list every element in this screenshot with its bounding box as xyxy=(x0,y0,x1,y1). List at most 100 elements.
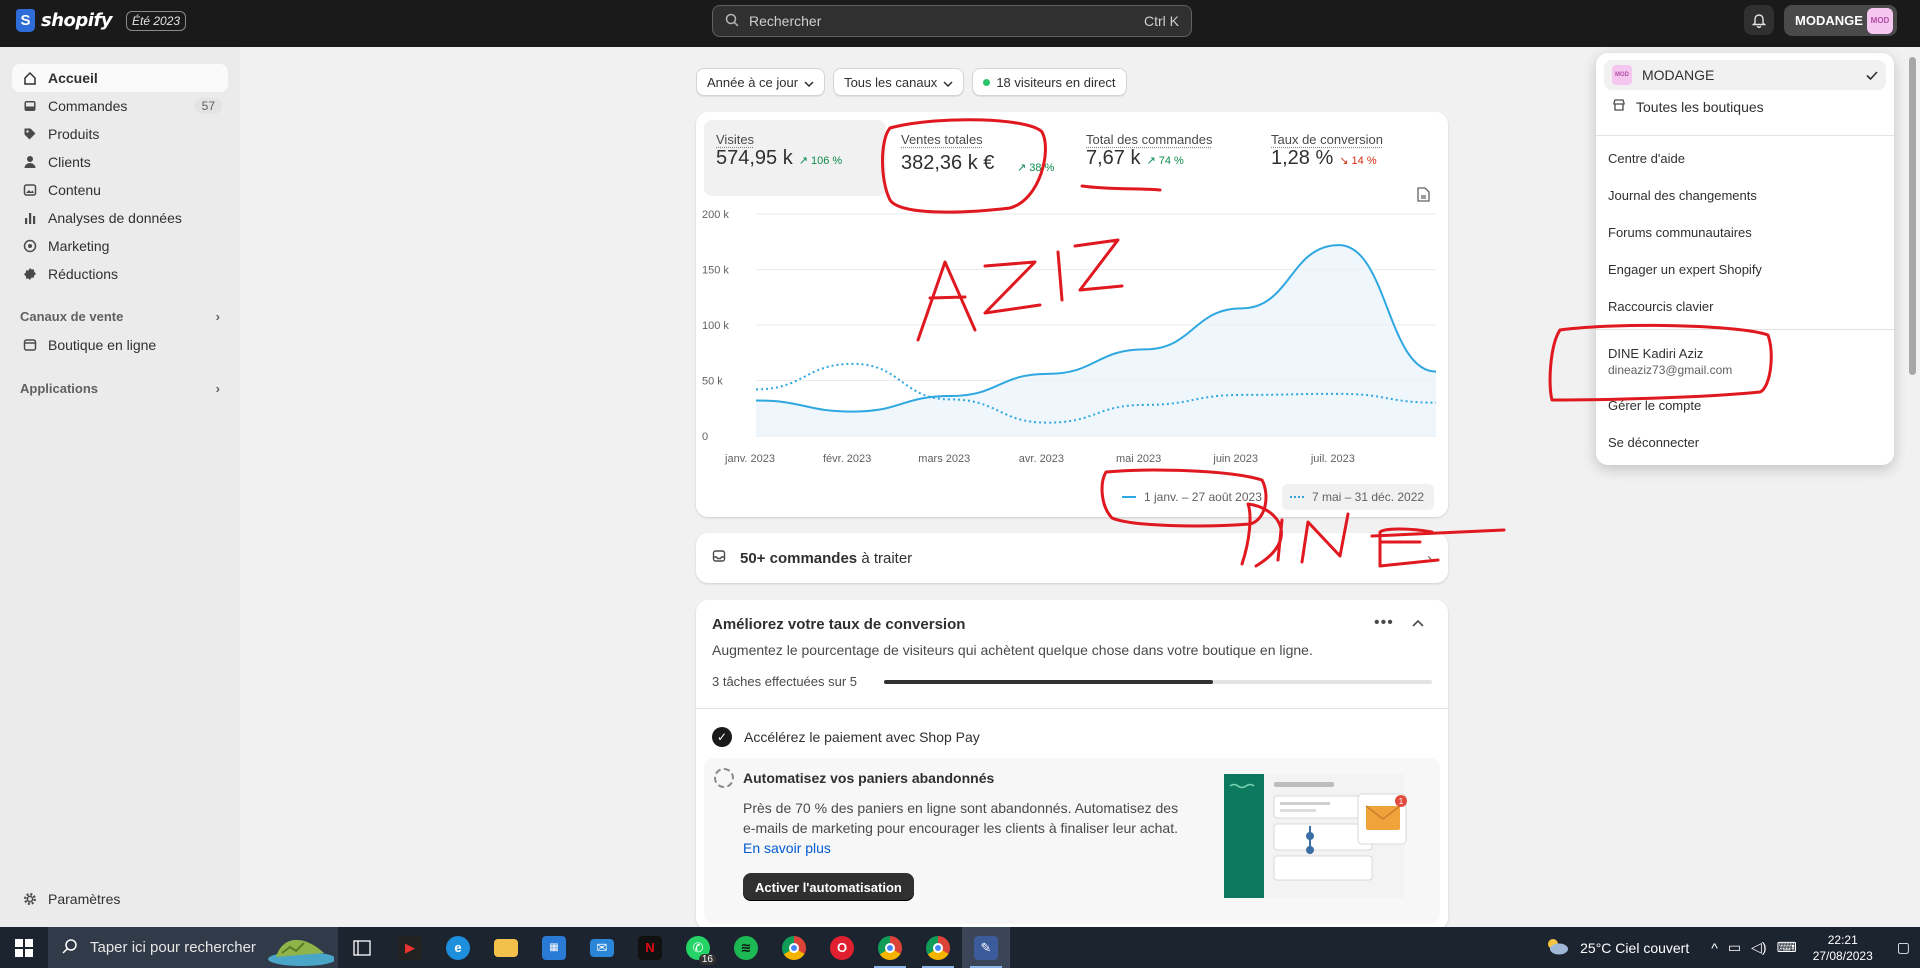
chrome-icon[interactable] xyxy=(770,927,818,968)
windows-start-icon[interactable] xyxy=(0,927,48,968)
keyboard-icon[interactable]: ⌨ xyxy=(1776,939,1796,956)
keyboard-shortcuts-link[interactable]: Raccourcis clavier xyxy=(1608,299,1882,314)
shopify-bag-icon: S xyxy=(16,9,35,32)
edge-browser-icon[interactable]: e xyxy=(434,927,482,968)
sidebar-item-label: Marketing xyxy=(48,238,110,254)
sales-chart: 0 50 k 100 k 150 k 200 k janv. 2023 févr. 2023… xyxy=(702,209,1437,465)
sidebar-item-orders[interactable]: Commandes 57 xyxy=(12,92,228,120)
opera-icon[interactable]: O xyxy=(818,927,866,968)
tag-icon xyxy=(22,126,38,142)
sidebar-item-label: Accueil xyxy=(48,70,98,86)
orders-count-text: 50+ commandes xyxy=(740,549,858,567)
metric-change-up: ↗ 106 % xyxy=(798,155,843,167)
logout-link[interactable]: Se déconnecter xyxy=(1608,435,1882,450)
whatsapp-icon[interactable]: ✆ 16 xyxy=(674,927,722,968)
task-shop-pay[interactable]: ✓ Accélérez le paiement avec Shop Pay xyxy=(712,727,980,747)
changelog-link[interactable]: Journal des changements xyxy=(1608,188,1882,203)
period-dropdown[interactable]: Année à ce jour xyxy=(696,68,826,96)
sidebar-item-products[interactable]: Produits xyxy=(12,120,228,148)
sidebar-item-label: Clients xyxy=(48,154,91,170)
sidebar-item-analytics[interactable]: Analyses de données xyxy=(12,204,228,232)
notifications-bell-icon[interactable] xyxy=(1744,5,1774,35)
chrome-profile-2-icon[interactable] xyxy=(914,927,962,968)
page-scrollbar[interactable] xyxy=(1905,47,1920,927)
notifications-icon[interactable]: ▢ xyxy=(1897,939,1910,956)
task-view-icon[interactable] xyxy=(338,927,386,968)
sidebar-item-customers[interactable]: Clients xyxy=(12,148,228,176)
help-center-link[interactable]: Centre d'aide xyxy=(1608,151,1882,166)
all-stores-label: Toutes les boutiques xyxy=(1636,98,1764,115)
y-tick-label: 100 k xyxy=(702,320,729,332)
metric-label: Total des commandes xyxy=(1086,132,1213,147)
clock[interactable]: 22:21 27/08/2023 xyxy=(1813,932,1873,964)
sidebar-item-home[interactable]: Accueil xyxy=(12,64,228,92)
scrollbar-thumb[interactable] xyxy=(1909,57,1916,375)
metric-conversion-rate[interactable]: Taux de conversion 1,28 % ↘ 14 % xyxy=(1259,120,1441,196)
store-menu-button[interactable]: MODANGE MOD xyxy=(1784,5,1897,36)
microsoft-store-icon[interactable]: ▦ xyxy=(530,927,578,968)
applications-header[interactable]: Applications › xyxy=(20,381,220,396)
app-active-icon[interactable]: ✎ xyxy=(962,927,1010,968)
metric-total-sales[interactable]: Ventes totales 382,36 k € ↗ 38 % xyxy=(889,120,1071,196)
media-app-icon[interactable]: ▶ xyxy=(386,927,434,968)
store-option-label: MODANGE xyxy=(1642,67,1715,83)
search-placeholder: Rechercher xyxy=(749,13,822,29)
task-description: Près de 70 % des paniers en ligne sont a… xyxy=(743,800,1179,856)
taskbar-search-input[interactable]: Taper ici pour rechercher xyxy=(48,927,338,968)
activate-automation-button[interactable]: Activer l'automatisation xyxy=(743,873,914,901)
learn-more-link[interactable]: En savoir plus xyxy=(743,840,831,856)
sidebar-item-online-store[interactable]: Boutique en ligne xyxy=(12,331,228,359)
x-tick-label: mai 2023 xyxy=(1116,453,1161,465)
all-stores-link[interactable]: Toutes les boutiques xyxy=(1612,98,1886,115)
network-icon[interactable]: ▭ xyxy=(1728,939,1741,956)
pending-circle-icon[interactable] xyxy=(714,768,734,788)
sidebar-item-settings[interactable]: Paramètres xyxy=(12,885,228,913)
windows-taskbar: Taper ici pour rechercher ▶ e ▦ ✉ N ✆ 16 … xyxy=(0,927,1920,968)
divider xyxy=(1596,135,1894,136)
sidebar-item-content[interactable]: Contenu xyxy=(12,176,228,204)
chevron-up-icon[interactable]: ^ xyxy=(1711,940,1718,956)
store-option-modange[interactable]: MOD MODANGE xyxy=(1604,60,1886,90)
legend-label: 7 mai – 31 déc. 2022 xyxy=(1312,490,1425,504)
chevron-right-icon: › xyxy=(215,309,220,324)
chevron-up-icon[interactable] xyxy=(1412,614,1424,630)
metric-change-up: ↗ 38 % xyxy=(1017,162,1055,174)
bar-chart-icon xyxy=(22,210,38,226)
file-explorer-icon[interactable] xyxy=(482,927,530,968)
y-tick-label: 150 k xyxy=(702,265,729,277)
period-label: Année à ce jour xyxy=(707,74,799,90)
metric-value: 1,28 % xyxy=(1271,147,1334,169)
more-actions-icon[interactable]: ••• xyxy=(1374,614,1394,632)
mail-icon[interactable]: ✉ xyxy=(578,927,626,968)
legend-current[interactable]: 1 janv. – 27 août 2023 xyxy=(1114,484,1262,510)
chrome-profile-icon[interactable] xyxy=(866,927,914,968)
netflix-icon[interactable]: N xyxy=(626,927,674,968)
metric-change: 106 % xyxy=(811,155,843,167)
search-input[interactable]: Rechercher Ctrl K xyxy=(712,5,1192,37)
sidebar-item-discounts[interactable]: Réductions xyxy=(12,260,228,288)
shopify-logo[interactable]: S shopify Été 2023 xyxy=(16,9,187,32)
sales-channels-header[interactable]: Canaux de vente › xyxy=(20,309,220,324)
avatar: MOD xyxy=(1867,7,1893,34)
channels-dropdown[interactable]: Tous les canaux xyxy=(833,68,965,96)
orders-to-process-card[interactable]: 50+ commandes à traiter › xyxy=(696,533,1448,583)
community-forums-link[interactable]: Forums communautaires xyxy=(1608,225,1882,240)
manage-account-link[interactable]: Gérer le compte xyxy=(1608,398,1882,413)
sidebar-item-marketing[interactable]: Marketing xyxy=(12,232,228,260)
legend-previous[interactable]: 7 mai – 31 déc. 2022 xyxy=(1282,484,1434,510)
metric-total-orders[interactable]: Total des commandes 7,67 k ↗ 74 % xyxy=(1074,120,1256,196)
edition-badge[interactable]: Été 2023 xyxy=(126,10,187,31)
spotify-icon[interactable]: ≋ xyxy=(722,927,770,968)
whatsapp-badge: 16 xyxy=(698,954,716,965)
home-icon xyxy=(22,70,38,86)
metric-change: 74 % xyxy=(1158,155,1184,167)
checkmark-icon xyxy=(1866,67,1878,83)
weather-text[interactable]: 25°C Ciel couvert xyxy=(1580,940,1689,956)
sidebar-item-label: Analyses de données xyxy=(48,210,182,226)
metric-visits[interactable]: Visites 574,95 k ↗ 106 % xyxy=(704,120,886,196)
volume-icon[interactable]: ◁) xyxy=(1751,939,1766,956)
hire-expert-link[interactable]: Engager un expert Shopify xyxy=(1608,262,1882,277)
x-tick-label: mars 2023 xyxy=(918,453,970,465)
user-email: dineaziz73@gmail.com xyxy=(1608,363,1733,377)
live-visitors-button[interactable]: 18 visiteurs en direct xyxy=(972,68,1127,96)
